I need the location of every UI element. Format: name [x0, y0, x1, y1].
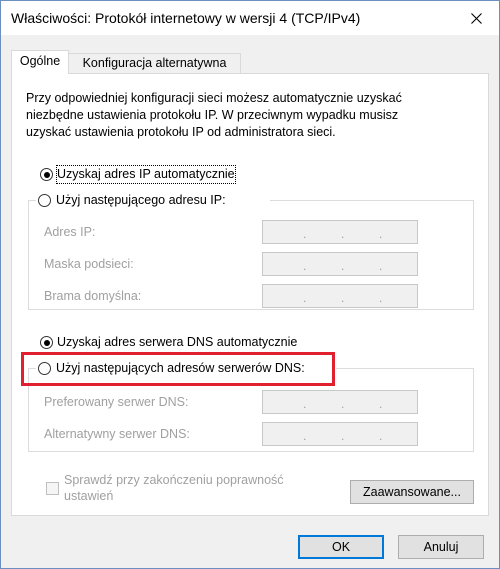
- ip-dot: .: [341, 429, 345, 443]
- advanced-button[interactable]: Zaawansowane...: [350, 480, 474, 504]
- title-bar: Właściwości: Protokół internetowy w wers…: [1, 1, 499, 35]
- ip-dot: .: [341, 291, 345, 305]
- ip-manual-radio[interactable]: [38, 194, 51, 207]
- ip-dot: .: [341, 259, 345, 273]
- alternate-dns-label: Alternatywny serwer DNS:: [44, 427, 190, 441]
- dialog-window: Właściwości: Protokół internetowy w wers…: [0, 0, 500, 569]
- ip-dot: .: [379, 259, 383, 273]
- preferred-dns-field: ...: [262, 390, 418, 414]
- ip-address-field: ...: [262, 220, 418, 244]
- validate-on-exit-line-1: Sprawdź przy zakończeniu poprawność: [64, 473, 284, 487]
- ip-dot: .: [303, 429, 307, 443]
- ip-manual-option[interactable]: Użyj następującego adresu IP:: [36, 190, 270, 210]
- ip-dot: .: [303, 259, 307, 273]
- ip-manual-label[interactable]: Użyj następującego adresu IP:: [56, 192, 226, 209]
- ip-auto-radio[interactable]: [40, 168, 53, 181]
- description-line-1: Przy odpowiedniej konfiguracji sieci moż…: [26, 91, 402, 105]
- window-title: Właściwości: Protokół internetowy w wers…: [11, 10, 361, 26]
- general-tab-panel: Przy odpowiedniej konfiguracji sieci moż…: [11, 73, 489, 516]
- preferred-dns-label: Preferowany serwer DNS:: [44, 395, 189, 409]
- ip-dot: .: [379, 429, 383, 443]
- description-line-3: uzyskać ustawienia protokołu IP od admin…: [26, 125, 336, 139]
- validate-on-exit-line-2: ustawień: [64, 489, 114, 503]
- ip-dot: .: [341, 397, 345, 411]
- ip-dot: .: [303, 291, 307, 305]
- ip-address-label: Adres IP:: [44, 225, 96, 239]
- cancel-button[interactable]: Anuluj: [398, 535, 484, 559]
- close-icon: [470, 12, 482, 24]
- dns-auto-label[interactable]: Uzyskaj adres serwera DNS automatycznie: [57, 334, 297, 351]
- tab-alternate-config-label: Konfiguracja alternatywna: [82, 56, 227, 70]
- dns-auto-radio[interactable]: [40, 336, 53, 349]
- ip-dot: .: [341, 227, 345, 241]
- tab-alternate-config[interactable]: Konfiguracja alternatywna: [69, 53, 241, 73]
- ip-dot: .: [303, 397, 307, 411]
- subnet-mask-label: Maska podsieci:: [44, 257, 134, 271]
- ip-dot: .: [379, 227, 383, 241]
- close-button[interactable]: [453, 1, 499, 35]
- ip-dot: .: [303, 227, 307, 241]
- tab-general[interactable]: Ogólne: [11, 50, 69, 74]
- description-line-2: niezbędne ustawienia protokołu IP. W prz…: [26, 108, 399, 122]
- ok-button[interactable]: OK: [298, 535, 384, 559]
- default-gateway-label: Brama domyślna:: [44, 289, 142, 303]
- validate-on-exit-checkbox[interactable]: [46, 482, 59, 495]
- tab-general-label: Ogólne: [19, 54, 61, 68]
- ip-auto-label[interactable]: Uzyskaj adres IP automatycznie: [56, 165, 236, 184]
- ip-dot: .: [379, 397, 383, 411]
- highlight-box: [21, 352, 335, 386]
- ip-dot: .: [379, 291, 383, 305]
- alternate-dns-field: ...: [262, 422, 418, 446]
- default-gateway-field: ...: [262, 284, 418, 308]
- subnet-mask-field: ...: [262, 252, 418, 276]
